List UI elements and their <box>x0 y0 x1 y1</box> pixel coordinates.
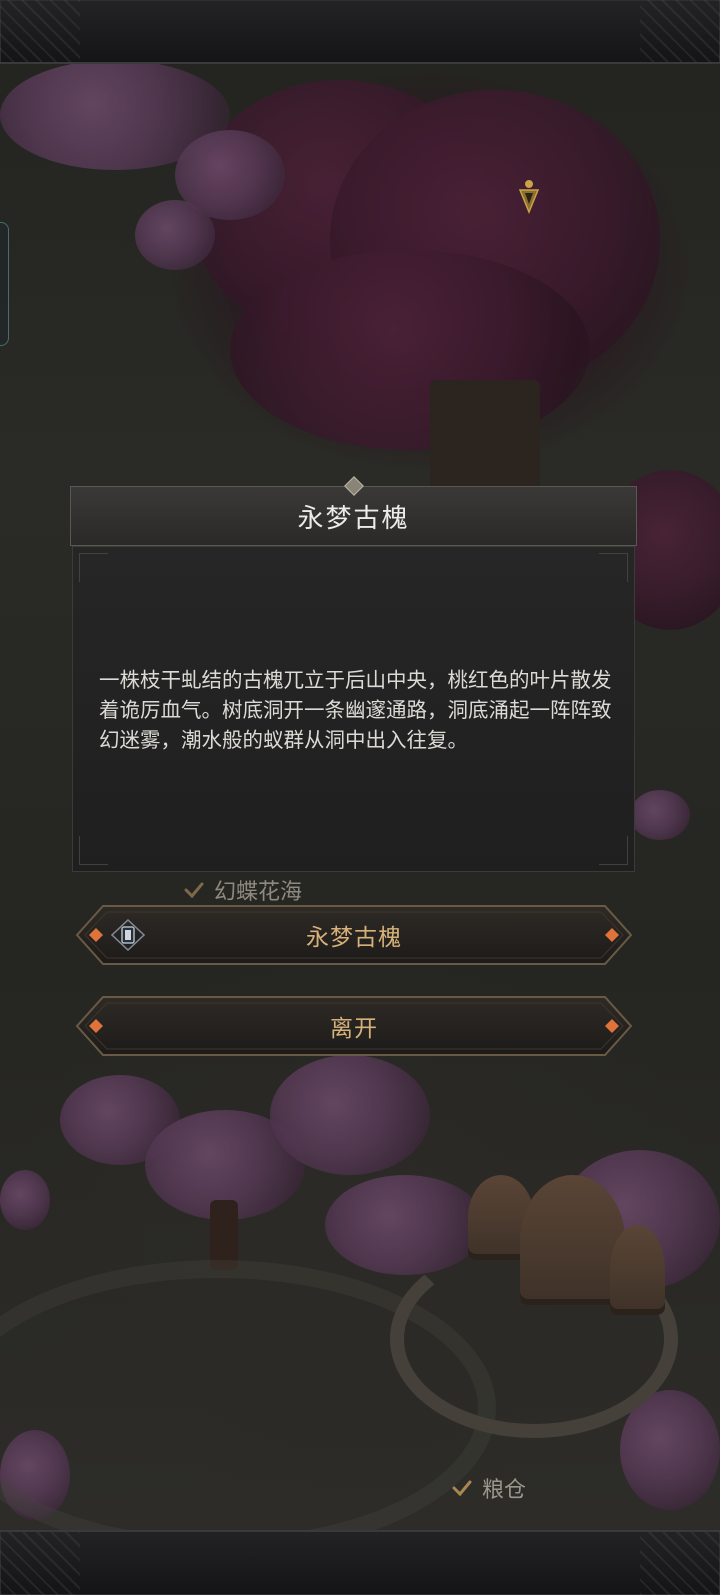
option-eternal-dream-tree-button[interactable]: 永梦古槐 <box>75 904 633 966</box>
check-icon <box>452 1480 472 1497</box>
dialog-body: 一株枝干虬结的古槐兀立于后山中央，桃红色的叶片散发着诡厉血气。树底洞开一条幽邃通… <box>72 546 635 872</box>
blossom-tree <box>135 200 215 270</box>
corner-ornament <box>599 836 628 865</box>
ornament <box>0 1530 80 1595</box>
blossom-tree <box>630 790 690 840</box>
top-bar <box>0 0 720 64</box>
map-label-granary[interactable]: 粮仓 <box>450 1472 526 1504</box>
ornament <box>640 1530 720 1595</box>
map-label-butterfly-sea[interactable]: 幻蝶花海 <box>182 874 302 906</box>
corner-ornament <box>599 553 628 582</box>
side-panel-tab[interactable] <box>0 222 9 346</box>
crimson-tree-trunk <box>430 380 540 490</box>
map-label-text: 粮仓 <box>482 1478 527 1503</box>
corner-ornament <box>79 836 108 865</box>
corner-ornament <box>79 553 108 582</box>
ornament <box>0 0 80 64</box>
map-label-text: 幻蝶花海 <box>214 880 303 905</box>
dialog-title: 永梦古槐 <box>297 503 410 534</box>
leave-button[interactable]: 离开 <box>75 995 633 1057</box>
blossom-tree <box>270 1055 430 1175</box>
granary-hut <box>610 1225 665 1315</box>
dialog-description: 一株枝干虬结的古槐兀立于后山中央，桃红色的叶片散发着诡厉血气。树底洞开一条幽邃通… <box>99 668 612 752</box>
check-icon <box>184 882 204 899</box>
bottom-bar <box>0 1530 720 1595</box>
option-label: 永梦古槐 <box>306 925 402 951</box>
event-dialog: 永梦古槐 一株枝干虬结的古槐兀立于后山中央，桃红色的叶片散发着诡厉血气。树底洞开… <box>70 476 637 872</box>
option-label: 离开 <box>330 1016 378 1042</box>
blossom-tree <box>0 1170 50 1230</box>
ornament <box>640 0 720 64</box>
map-marker-icon[interactable] <box>518 178 540 214</box>
